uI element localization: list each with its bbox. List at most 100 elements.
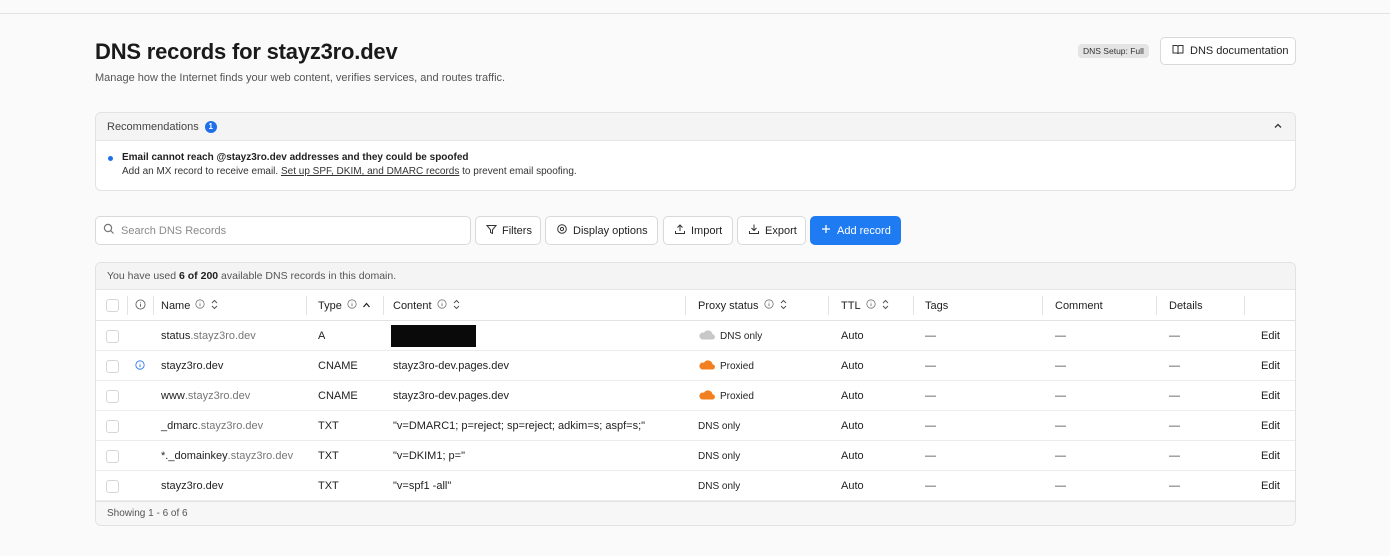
chevron-up-icon[interactable] (1273, 121, 1283, 134)
sort-ascending-icon[interactable] (362, 300, 371, 312)
sort-icon[interactable] (881, 299, 890, 313)
dns-setup-badge: DNS Setup: Full (1078, 44, 1149, 58)
import-button[interactable]: Import (663, 216, 733, 245)
record-details: — (1169, 420, 1180, 432)
column-content-label: Content (393, 299, 432, 312)
row-checkbox[interactable] (106, 479, 119, 493)
redacted-ip-block (391, 325, 476, 347)
recommendation-title: Email cannot reach @stayz3ro.dev address… (122, 152, 469, 163)
column-divider (828, 296, 829, 315)
row-checkbox[interactable] (106, 359, 119, 373)
column-header-ttl[interactable]: TTL (841, 290, 890, 321)
column-divider (1042, 296, 1043, 315)
info-icon[interactable] (135, 298, 146, 313)
sort-icon[interactable] (210, 299, 219, 313)
column-divider (383, 296, 384, 315)
export-button[interactable]: Export (737, 216, 806, 245)
record-details-cell: — (1169, 321, 1180, 351)
record-details-cell: — (1169, 351, 1180, 381)
record-content-cell: stayz3ro-dev.pages.dev (393, 381, 509, 411)
record-comment: — (1055, 360, 1066, 372)
record-name-cell: stayz3ro.dev (161, 471, 223, 501)
display-options-button[interactable]: Display options (545, 216, 658, 245)
edit-record-button[interactable]: Edit (1261, 450, 1280, 462)
display-options-label: Display options (573, 224, 648, 237)
record-comment-cell: — (1055, 381, 1066, 411)
record-content: stayz3ro-dev.pages.dev (393, 390, 509, 402)
column-header-name[interactable]: Name (161, 290, 219, 321)
record-proxy-cell: Proxied (698, 351, 754, 381)
edit-record-button[interactable]: Edit (1261, 330, 1280, 342)
cloud-proxied-icon (698, 359, 715, 373)
record-type-cell: CNAME (318, 381, 358, 411)
dns-documentation-label: DNS documentation (1190, 45, 1289, 57)
plus-icon (821, 224, 831, 237)
row-checkbox[interactable] (106, 449, 119, 463)
record-details: — (1169, 450, 1180, 462)
cloud-proxied-icon (698, 389, 715, 403)
record-proxy-status: Proxied (720, 390, 754, 402)
record-comment-cell: — (1055, 351, 1066, 381)
row-select-cell (106, 411, 119, 441)
column-header-content[interactable]: Content (393, 290, 461, 321)
dns-documentation-button[interactable]: DNS documentation (1160, 37, 1296, 65)
record-edit-cell: Edit (1261, 351, 1280, 381)
edit-record-button[interactable]: Edit (1261, 360, 1280, 372)
record-comment: — (1055, 480, 1066, 492)
column-header-proxy-status[interactable]: Proxy status (698, 290, 788, 321)
record-ttl-cell: Auto (841, 411, 864, 441)
info-icon[interactable] (135, 359, 145, 373)
record-ttl-cell: Auto (841, 351, 864, 381)
edit-record-button[interactable]: Edit (1261, 390, 1280, 402)
info-icon[interactable] (865, 299, 876, 312)
row-checkbox[interactable] (106, 389, 119, 403)
record-tags: — (925, 390, 936, 402)
record-content-cell: "v=DMARC1; p=reject; sp=reject; adkim=s;… (393, 411, 645, 441)
filters-button[interactable]: Filters (475, 216, 541, 245)
sort-icon[interactable] (779, 299, 788, 313)
record-edit-cell: Edit (1261, 471, 1280, 501)
record-comment: — (1055, 420, 1066, 432)
filter-icon (485, 224, 498, 238)
record-content: "v=DKIM1; p=" (393, 450, 466, 462)
column-header-type[interactable]: Type (318, 290, 371, 321)
import-label: Import (691, 224, 723, 237)
add-record-button[interactable]: Add record (810, 216, 901, 245)
column-proxy-label: Proxy status (698, 299, 759, 312)
row-checkbox[interactable] (106, 329, 119, 343)
edit-record-button[interactable]: Edit (1261, 420, 1280, 432)
search-field[interactable] (95, 216, 471, 245)
record-type-cell: TXT (318, 411, 339, 441)
info-icon[interactable] (436, 299, 447, 312)
column-divider (153, 296, 154, 315)
record-name: www (161, 390, 185, 402)
record-type: CNAME (318, 390, 358, 402)
record-ttl-cell: Auto (841, 381, 864, 411)
record-ttl: Auto (841, 450, 864, 462)
info-icon[interactable] (195, 299, 205, 312)
record-proxy-status: DNS only (720, 330, 763, 342)
recommendation-body-prefix: Add an MX record to receive email. (122, 166, 281, 177)
record-edit-cell: Edit (1261, 411, 1280, 441)
add-record-label: Add record (837, 224, 891, 237)
recommendations-count-badge: 1 (204, 120, 217, 133)
record-content: "v=spf1 -all" (393, 480, 452, 492)
recommendations-header[interactable]: Recommendations 1 (96, 113, 1295, 141)
search-input[interactable] (121, 224, 451, 237)
info-icon[interactable] (763, 299, 774, 312)
record-proxy-cell: DNS only (698, 441, 740, 471)
record-content-cell: stayz3ro-dev.pages.dev (393, 351, 509, 381)
record-proxy-status: DNS only (698, 480, 741, 492)
setup-email-records-link[interactable]: Set up SPF, DKIM, and DMARC records (281, 166, 459, 177)
edit-record-button[interactable]: Edit (1261, 480, 1280, 492)
record-name-zone: .stayz3ro.dev (227, 450, 294, 462)
record-ttl: Auto (841, 390, 864, 402)
sort-icon[interactable] (452, 299, 461, 313)
recommendation-body-suffix: to prevent email spoofing. (459, 166, 577, 177)
row-checkbox[interactable] (106, 419, 119, 433)
table-row: www .stayz3ro.dev CNAME stayz3ro-dev.pages.… (96, 381, 1295, 411)
info-icon[interactable] (347, 299, 357, 312)
select-all-checkbox[interactable] (106, 299, 119, 312)
record-ttl: Auto (841, 360, 864, 372)
usage-count: 6 of 200 (179, 270, 219, 282)
